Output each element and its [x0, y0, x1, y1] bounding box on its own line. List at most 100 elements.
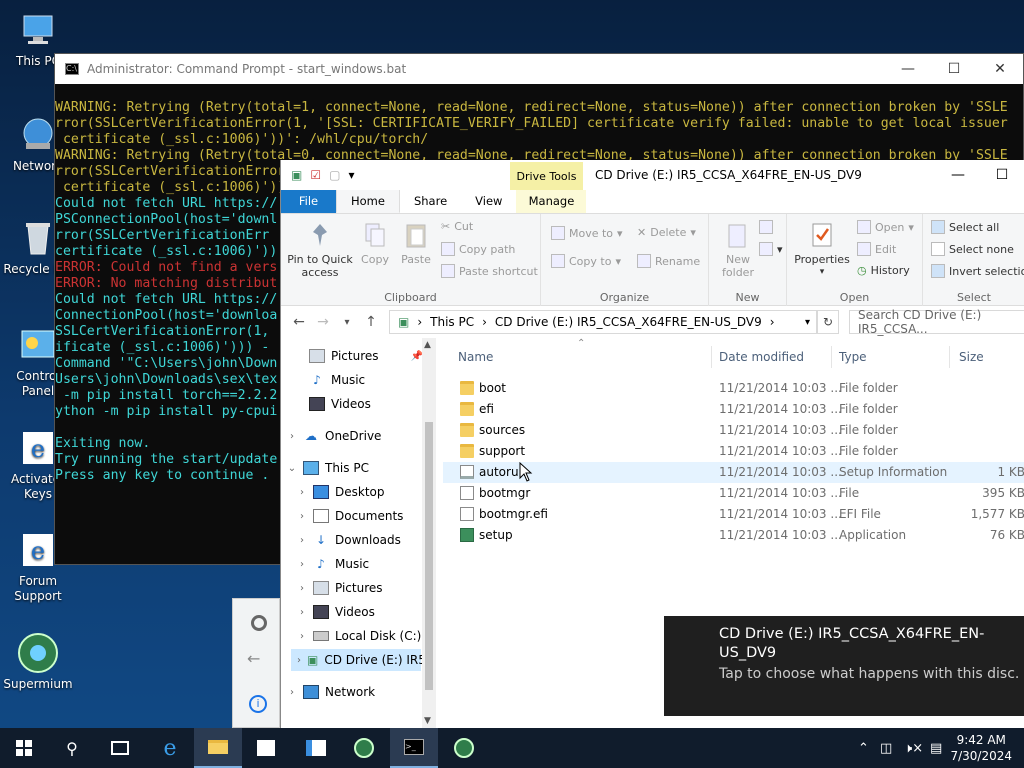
taskbar-supermium-2[interactable]: [440, 728, 488, 768]
cut-button[interactable]: ✂ Cut: [441, 220, 473, 233]
select-none-button[interactable]: Select none: [931, 242, 1014, 256]
taskbar-command-prompt[interactable]: >_: [390, 728, 438, 768]
nav-item-music[interactable]: › ♪ Music: [297, 553, 369, 575]
table-row[interactable]: efi 11/21/2014 10:03 ... File folder: [443, 399, 1024, 420]
nav-item-music-quick[interactable]: ♪ Music: [293, 369, 365, 391]
taskbar-app[interactable]: [292, 728, 340, 768]
up-button[interactable]: ↑: [359, 314, 383, 330]
address-dropdown-icon[interactable]: ▾: [805, 317, 810, 328]
easy-access-icon[interactable]: ▾: [759, 242, 783, 256]
column-header-date[interactable]: Date modified: [719, 350, 804, 364]
column-divider[interactable]: [949, 346, 950, 368]
tab-file[interactable]: File: [281, 189, 336, 213]
breadcrumb-this-pc[interactable]: This PC: [430, 315, 474, 329]
start-button[interactable]: [0, 728, 48, 768]
column-header-type[interactable]: Type: [839, 350, 867, 364]
nav-item-videos-quick[interactable]: Videos: [293, 393, 371, 415]
recent-locations-button[interactable]: ▾: [335, 317, 359, 328]
forward-button[interactable]: →: [311, 314, 335, 330]
qat-dropdown-icon[interactable]: ▾: [348, 168, 354, 182]
show-hidden-icons-button[interactable]: ⌃: [858, 728, 869, 768]
chrome-icon[interactable]: [251, 615, 267, 631]
minimize-button[interactable]: —: [885, 54, 931, 84]
task-view-button[interactable]: [96, 728, 144, 768]
tab-share[interactable]: Share: [400, 189, 461, 213]
open-button[interactable]: Open ▾: [857, 220, 914, 234]
new-folder-qat-icon[interactable]: ▢: [329, 168, 340, 182]
nav-item-desktop[interactable]: › Desktop: [297, 481, 385, 503]
column-header-name[interactable]: Name: [458, 350, 493, 364]
column-header-size[interactable]: Size: [959, 350, 984, 364]
new-folder-button[interactable]: New folder: [717, 220, 759, 279]
volume-tray-icon[interactable]: 🕨×: [904, 728, 923, 768]
action-center-button[interactable]: ▤: [930, 728, 942, 768]
rename-button[interactable]: Rename: [637, 254, 700, 268]
paste-shortcut-button[interactable]: Paste shortcut: [441, 264, 538, 278]
scroll-up-icon[interactable]: ▲: [424, 340, 431, 350]
desktop-icon-supermium[interactable]: Supermium: [0, 633, 76, 692]
taskbar-supermium[interactable]: [340, 728, 388, 768]
taskbar-file-explorer[interactable]: [194, 728, 242, 768]
back-button[interactable]: ←: [287, 314, 311, 330]
network-tray-icon[interactable]: ◫: [880, 728, 892, 768]
autoplay-notification[interactable]: CD Drive (E:) IR5_CCSA_X64FRE_EN-US_DV9 …: [664, 616, 1024, 716]
nav-scroll-thumb[interactable]: [425, 422, 433, 690]
paste-button[interactable]: Paste: [397, 220, 435, 266]
edit-button[interactable]: Edit: [857, 242, 896, 256]
column-divider[interactable]: [711, 346, 712, 368]
search-button[interactable]: ⚲: [48, 728, 96, 768]
invert-selection-button[interactable]: Invert selection: [931, 264, 1024, 278]
taskbar-edge[interactable]: e: [146, 728, 194, 768]
properties-button[interactable]: Properties ▾: [791, 220, 853, 279]
table-row[interactable]: boot 11/21/2014 10:03 ... File folder: [443, 378, 1024, 399]
nav-item-documents[interactable]: › Documents: [297, 505, 403, 527]
copy-button[interactable]: Copy: [357, 220, 393, 266]
nav-item-onedrive[interactable]: › ☁ OneDrive: [287, 425, 381, 447]
cmd-line: WARNING: Retrying (Retry(total=1, connec…: [55, 100, 1008, 115]
info-icon[interactable]: i: [249, 695, 267, 713]
scroll-down-icon[interactable]: ▼: [424, 716, 431, 726]
browser-window-fragment[interactable]: ← i: [232, 598, 280, 728]
cmd-title-bar[interactable]: C:\ Administrator: Command Prompt - star…: [55, 54, 1023, 84]
table-row[interactable]: sources 11/21/2014 10:03 ... File folder: [443, 420, 1024, 441]
nav-item-this-pc[interactable]: ⌄ This PC: [287, 457, 369, 479]
select-all-button[interactable]: Select all: [931, 220, 999, 234]
maximize-button[interactable]: ☐: [931, 54, 977, 84]
refresh-button[interactable]: ↻: [817, 310, 839, 334]
nav-item-videos[interactable]: › Videos: [297, 601, 375, 623]
download-icon: ↓: [315, 533, 327, 547]
properties-qat-icon[interactable]: ☑: [310, 168, 321, 182]
nav-item-network[interactable]: › Network: [287, 681, 375, 703]
nav-item-cd-drive[interactable]: › ▣ CD Drive (E:) IR5: [291, 649, 426, 671]
nav-item-local-disk[interactable]: › Local Disk (C:): [297, 625, 421, 647]
minimize-button[interactable]: —: [936, 160, 980, 190]
taskbar-store[interactable]: [242, 728, 290, 768]
table-row[interactable]: bootmgr 11/21/2014 10:03 ... File 395 KB: [443, 483, 1024, 504]
delete-button[interactable]: ✕ Delete ▾: [637, 226, 696, 239]
copy-path-button[interactable]: Copy path: [441, 242, 515, 256]
pin-quick-access-button[interactable]: Pin to Quick access: [285, 220, 355, 279]
back-arrow-icon[interactable]: ←: [247, 649, 260, 668]
column-divider[interactable]: [831, 346, 832, 368]
maximize-button[interactable]: ☐: [980, 160, 1024, 190]
navigation-pane[interactable]: Pictures 📌 ♪ Music Videos › ☁ OneDrive ⌄ This…: [281, 338, 436, 730]
tab-view[interactable]: View: [461, 189, 516, 213]
nav-item-pictures[interactable]: › Pictures: [297, 577, 383, 599]
move-to-button[interactable]: Move to ▾: [551, 226, 623, 240]
table-row[interactable]: setup 11/21/2014 10:03 ... Application 76 K…: [443, 525, 1024, 546]
new-item-icon[interactable]: [759, 220, 773, 234]
explorer-title-bar[interactable]: ▣ ☑ ▢ ▾ Drive Tools CD Drive (E:) IR5_CC…: [281, 160, 1024, 190]
nav-item-downloads[interactable]: › ↓ Downloads: [297, 529, 401, 551]
copy-to-button[interactable]: Copy to ▾: [551, 254, 621, 268]
taskbar-clock[interactable]: 9:42 AM 7/30/2024: [950, 732, 1012, 764]
nav-item-pictures-quick[interactable]: Pictures 📌: [293, 345, 423, 367]
tab-manage[interactable]: Manage: [516, 189, 587, 213]
history-button[interactable]: ◷ History: [857, 264, 910, 277]
table-row[interactable]: support 11/21/2014 10:03 ... File folder: [443, 441, 1024, 462]
search-input[interactable]: Search CD Drive (E:) IR5_CCSA...: [849, 308, 1024, 336]
tab-home[interactable]: Home: [336, 189, 400, 213]
address-box[interactable]: ▣ › This PC › CD Drive (E:) IR5_CCSA_X64…: [389, 310, 817, 334]
table-row[interactable]: bootmgr.efi 11/21/2014 10:03 ... EFI File 1…: [443, 504, 1024, 525]
breadcrumb-cd-drive[interactable]: CD Drive (E:) IR5_CCSA_X64FRE_EN-US_DV9: [495, 315, 762, 329]
close-button[interactable]: ✕: [977, 54, 1023, 84]
